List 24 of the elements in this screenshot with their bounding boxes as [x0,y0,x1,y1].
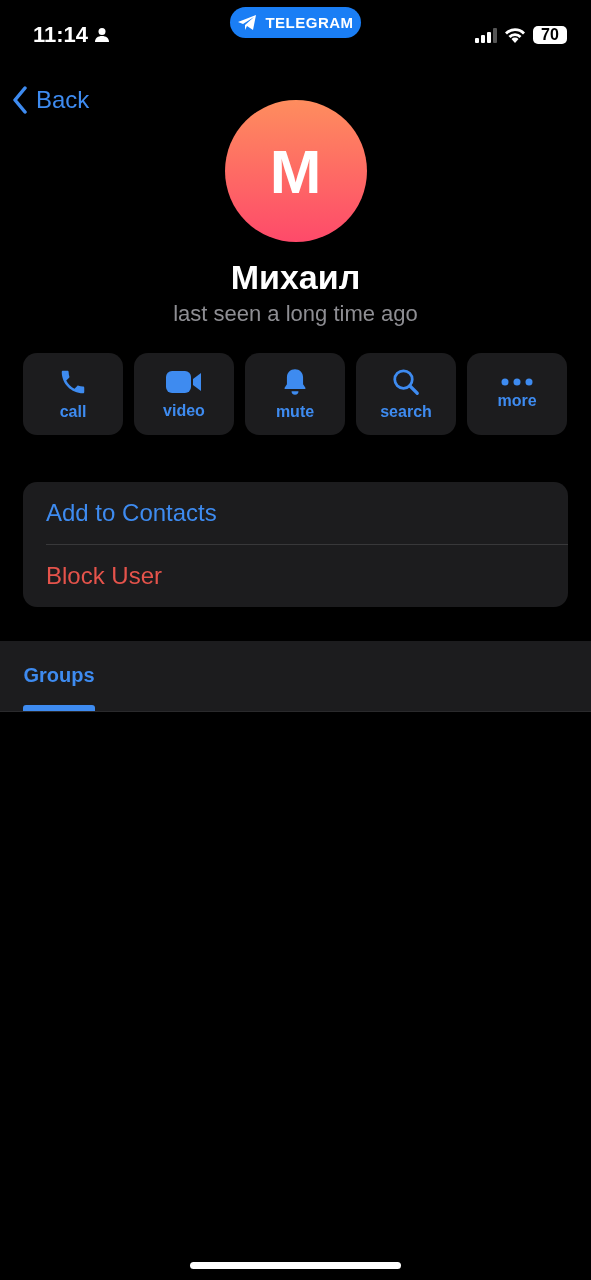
pill-label: TELEGRAM [265,14,354,31]
signal-icon [475,27,497,43]
tab[interactable]: Groups [23,641,95,711]
person-icon [94,27,111,43]
chevron-left-icon [12,86,28,114]
block-user-item[interactable]: Block User [23,545,568,607]
action-button[interactable]: search [356,353,456,435]
menu-item[interactable]: Add to Contacts [23,482,568,544]
back-button[interactable]: Back [12,86,90,114]
action-button[interactable]: mute [245,353,345,435]
action-button[interactable]: call [23,353,123,435]
last-seen-status: last seen a long time ago [172,301,419,327]
battery-indicator: 70 [533,26,567,44]
video-camera-icon [165,368,203,396]
profile-name: Михаил [229,258,362,297]
action-button[interactable]: video [134,353,234,435]
action-button[interactable]: more [467,353,567,435]
more-icon [501,378,533,386]
app-return-pill[interactable]: TELEGRAM [230,7,361,38]
paper-plane-icon [237,14,258,31]
clock: 11:14 [33,22,89,48]
avatar: M [224,100,367,242]
search-icon [391,367,421,397]
wifi-icon [504,27,526,43]
